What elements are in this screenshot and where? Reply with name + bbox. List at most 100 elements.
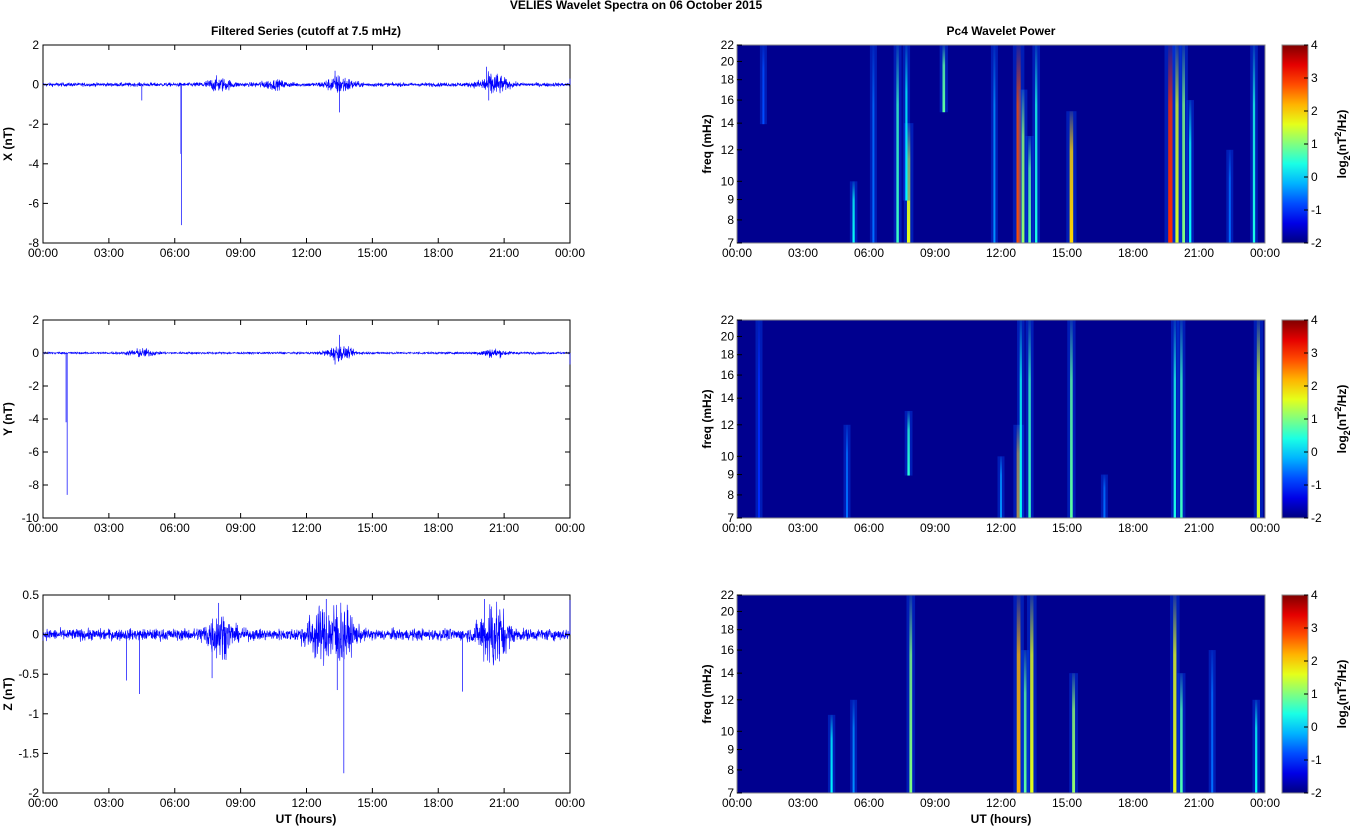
power-event bbox=[1028, 135, 1031, 243]
power-event bbox=[1035, 45, 1038, 243]
power-event bbox=[1016, 595, 1021, 793]
power-event bbox=[1173, 320, 1176, 518]
y-tick-label: -1 bbox=[28, 707, 39, 721]
x-tick-label: 09:00 bbox=[920, 796, 950, 810]
x-tick-label: 03:00 bbox=[788, 796, 818, 810]
x-tick-label: 18:00 bbox=[1118, 521, 1148, 535]
power-event bbox=[762, 45, 765, 125]
y-tick-label: 22 bbox=[721, 588, 735, 602]
colorbar-tick-label: -2 bbox=[1311, 236, 1322, 250]
colorbar-tick-label: 2 bbox=[1311, 104, 1318, 118]
x-tick-label: 06:00 bbox=[160, 796, 190, 810]
x-tick-label: 15:00 bbox=[1052, 521, 1082, 535]
y-tick-label: -6 bbox=[28, 445, 39, 459]
y-tick-label: 0 bbox=[32, 78, 39, 92]
y-tick-label: 14 bbox=[721, 666, 735, 680]
colorbar-label-part: (nT bbox=[1335, 136, 1349, 155]
x-tick-label: 00:00 bbox=[28, 246, 58, 260]
colorbar-tick-label: 3 bbox=[1311, 71, 1318, 85]
y-tick-label: 12 bbox=[721, 143, 735, 157]
x-tick-label: 06:00 bbox=[854, 796, 884, 810]
x-tick-label: 03:00 bbox=[94, 521, 124, 535]
power-event bbox=[1028, 320, 1031, 518]
x-tick-label: 00:00 bbox=[722, 246, 752, 260]
power-event bbox=[907, 410, 910, 476]
colorbar-label-part: (nT bbox=[1335, 686, 1349, 705]
colorbar-tick-label: -2 bbox=[1311, 786, 1322, 800]
y-tick-label: 20 bbox=[721, 54, 735, 68]
x-tick-label: 09:00 bbox=[920, 521, 950, 535]
colorbar-tick-label: 2 bbox=[1311, 379, 1318, 393]
y-tick-label: 0 bbox=[32, 346, 39, 360]
y-tick-label: 9 bbox=[727, 743, 734, 757]
power-event bbox=[846, 424, 848, 518]
power-event bbox=[1256, 320, 1260, 518]
y-axis-label: X (nT) bbox=[1, 127, 15, 161]
power-event bbox=[758, 320, 760, 518]
spectrogram-background bbox=[737, 595, 1265, 793]
x-tick-label: 00:00 bbox=[1250, 521, 1280, 535]
power-event bbox=[942, 45, 946, 113]
power-event bbox=[1000, 456, 1002, 518]
x-tick-label: 03:00 bbox=[94, 796, 124, 810]
power-event bbox=[1175, 45, 1179, 243]
power-event bbox=[909, 595, 913, 793]
y-tick-label: 10 bbox=[721, 449, 735, 463]
power-event bbox=[852, 699, 855, 793]
plot-area bbox=[42, 594, 571, 794]
colorbar-tick-label: -1 bbox=[1311, 203, 1322, 217]
x-tick-label: 18:00 bbox=[1118, 796, 1148, 810]
colorbar-label-part: /Hz) bbox=[1335, 385, 1349, 407]
y-tick-label: 22 bbox=[721, 313, 735, 327]
power-event bbox=[1072, 673, 1076, 793]
power-event bbox=[1255, 699, 1258, 793]
right-column-title: Pc4 Wavelet Power bbox=[947, 24, 1056, 38]
colorbar-tick-label: 0 bbox=[1311, 720, 1318, 734]
y-axis-label: freq (mHz) bbox=[700, 114, 714, 173]
y-tick-label: -8 bbox=[28, 478, 39, 492]
plot-area bbox=[42, 319, 571, 519]
colorbar-tick-label: 1 bbox=[1311, 687, 1318, 701]
x-tick-label: 12:00 bbox=[291, 521, 321, 535]
y-tick-label: 10 bbox=[721, 174, 735, 188]
wavelet-power-panel-1: 7891012141618202200:00 03:00 06:00 09:00 12:… bbox=[700, 38, 1351, 260]
power-event bbox=[1021, 89, 1025, 243]
x-tick-label: 12:00 bbox=[986, 521, 1016, 535]
power-event bbox=[1180, 673, 1183, 793]
power-event bbox=[1030, 595, 1034, 793]
x-tick-label: 03:00 bbox=[94, 246, 124, 260]
y-tick-label: 14 bbox=[721, 116, 735, 130]
power-event bbox=[1252, 45, 1256, 243]
x-tick-label: 00:00 bbox=[28, 521, 58, 535]
y-tick-label: 20 bbox=[721, 329, 735, 343]
time-series-panel-x: -8-6-4-20200:00 03:00 06:00 09:00 12:00 15:00… bbox=[1, 38, 585, 260]
x-tick-label: 09:00 bbox=[920, 246, 950, 260]
x-tick-label: 09:00 bbox=[226, 521, 256, 535]
time-series-panel-z: -2-1.5-1-0.500.500:00 03:00 06:00 09:00 12:0… bbox=[1, 588, 585, 810]
x-tick-label: 21:00 bbox=[1184, 246, 1214, 260]
x-tick-label: 06:00 bbox=[160, 521, 190, 535]
x-tick-label: 00:00 bbox=[555, 246, 585, 260]
y-tick-label: 18 bbox=[721, 348, 735, 362]
y-tick-label: 18 bbox=[721, 73, 735, 87]
y-axis-label: freq (mHz) bbox=[700, 389, 714, 448]
x-tick-label: 03:00 bbox=[788, 246, 818, 260]
power-event bbox=[1070, 320, 1073, 518]
power-event bbox=[872, 45, 875, 243]
figure: VELIES Wavelet Spectra on 06 October 201… bbox=[1, 0, 1351, 826]
colorbar-tick-label: 0 bbox=[1311, 170, 1318, 184]
colorbar-tick-label: 4 bbox=[1311, 313, 1318, 327]
colorbar-tick-label: 1 bbox=[1311, 137, 1318, 151]
colorbar-tick-label: 1 bbox=[1311, 412, 1318, 426]
colorbar-label-part: log bbox=[1335, 710, 1349, 728]
x-tick-label: 09:00 bbox=[226, 796, 256, 810]
colorbar-tick-label: -2 bbox=[1311, 511, 1322, 525]
x-tick-label: 21:00 bbox=[489, 796, 519, 810]
power-event bbox=[852, 181, 855, 243]
x-tick-label: 21:00 bbox=[1184, 521, 1214, 535]
y-axis-label: Y (nT) bbox=[1, 402, 15, 436]
x-tick-label: 18:00 bbox=[423, 521, 453, 535]
colorbar-label-part: log bbox=[1335, 160, 1349, 178]
power-event bbox=[1103, 474, 1106, 518]
power-event bbox=[905, 45, 908, 201]
